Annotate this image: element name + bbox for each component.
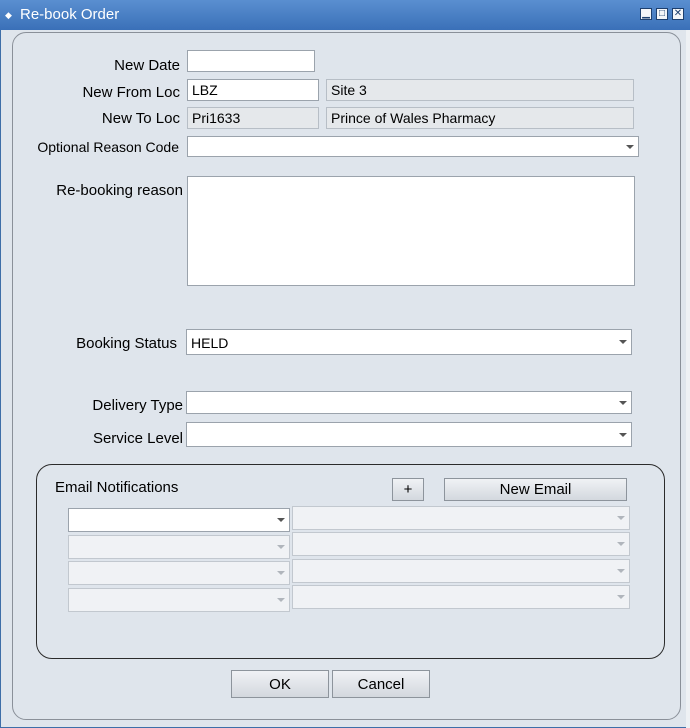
service-level-select[interactable] xyxy=(186,422,632,447)
new-email-button[interactable]: New Email xyxy=(444,478,627,501)
booking-status-label: Booking Status xyxy=(76,335,177,352)
new-date-input[interactable] xyxy=(187,50,315,72)
email-address-select xyxy=(292,559,630,583)
cancel-button[interactable]: Cancel xyxy=(332,670,430,698)
email-type-select[interactable] xyxy=(68,508,290,532)
email-address-select xyxy=(292,532,630,556)
new-to-loc-description: Prince of Wales Pharmacy xyxy=(326,107,634,129)
ok-button[interactable]: OK xyxy=(231,670,329,698)
booking-status-value: HELD xyxy=(191,335,229,351)
rebooking-reason-label: Re-booking reason xyxy=(56,182,183,199)
chevron-down-icon xyxy=(614,534,628,554)
service-level-label: Service Level xyxy=(92,430,183,447)
delivery-type-select[interactable] xyxy=(186,391,632,414)
chevron-down-icon xyxy=(274,590,288,610)
new-from-loc-label: New From Loc xyxy=(82,84,180,101)
chevron-down-icon[interactable] xyxy=(274,510,288,530)
title-bar[interactable]: ◆ Re-book Order ▁ □ ✕ xyxy=(0,0,690,30)
email-type-select xyxy=(68,588,290,612)
app-icon: ◆ xyxy=(5,10,12,20)
email-notifications-title: Email Notifications xyxy=(55,479,179,496)
chevron-down-icon[interactable] xyxy=(616,331,630,353)
chevron-down-icon xyxy=(274,537,288,557)
email-address-select xyxy=(292,506,630,530)
minimize-icon[interactable]: ▁ xyxy=(640,8,652,20)
new-from-loc-code-input[interactable]: LBZ xyxy=(187,79,319,101)
email-address-select xyxy=(292,585,630,609)
chevron-down-icon[interactable] xyxy=(623,138,637,155)
optional-reason-code-label: Optional Reason Code xyxy=(37,139,179,155)
rebooking-reason-textarea[interactable] xyxy=(187,176,635,286)
optional-reason-code-select[interactable] xyxy=(187,136,639,157)
booking-status-select[interactable]: HELD xyxy=(186,329,632,355)
chevron-down-icon[interactable] xyxy=(616,424,630,445)
new-to-loc-label: New To Loc xyxy=(101,110,180,127)
chevron-down-icon xyxy=(614,561,628,581)
delivery-type-label: Delivery Type xyxy=(92,397,183,414)
window-edge xyxy=(686,30,690,728)
chevron-down-icon xyxy=(614,508,628,528)
chevron-down-icon xyxy=(274,563,288,583)
window-title: Re-book Order xyxy=(20,6,120,23)
new-from-loc-description: Site 3 xyxy=(326,79,634,101)
add-email-button[interactable]: + xyxy=(392,478,424,501)
email-type-select xyxy=(68,561,290,585)
email-type-select xyxy=(68,535,290,559)
new-date-label: New Date xyxy=(114,57,180,74)
chevron-down-icon[interactable] xyxy=(616,393,630,412)
chevron-down-icon xyxy=(614,587,628,607)
maximize-icon[interactable]: □ xyxy=(656,8,668,20)
new-to-loc-code: Pri1633 xyxy=(187,107,319,129)
close-icon[interactable]: ✕ xyxy=(672,8,684,20)
